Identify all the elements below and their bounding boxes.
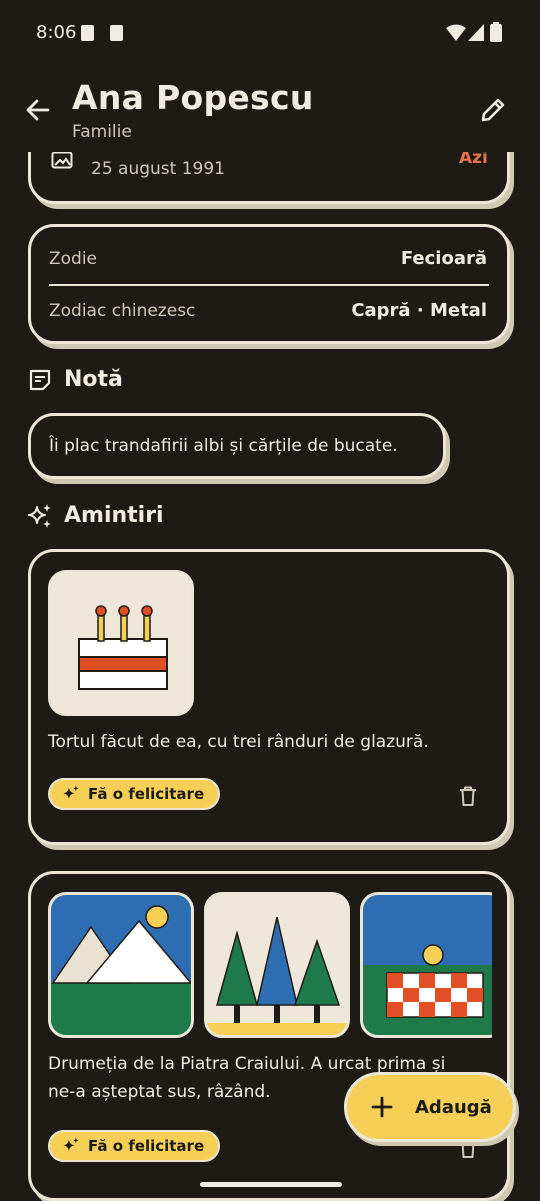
battery-icon (490, 22, 502, 42)
memory-text: Tortul făcut de ea, cu trei rânduri de g… (48, 732, 429, 752)
note-text: Îi plac trandafirii albi și cărțile de b… (49, 436, 398, 456)
note-card: Îi plac trandafirii albi și cărțile de b… (28, 413, 446, 479)
chinese-zodiac-label: Zodiac chinezesc (49, 301, 196, 321)
home-indicator[interactable] (200, 1182, 342, 1187)
memories-section-title: Amintiri (64, 503, 164, 528)
chinese-zodiac-value: Capră · Metal (351, 300, 487, 321)
edit-pencil-icon[interactable] (478, 95, 508, 125)
signal-icon (468, 24, 484, 41)
wifi-icon (446, 24, 466, 41)
status-time: 8:06 (36, 22, 77, 43)
page-title: Ana Popescu (72, 78, 314, 117)
memory-card[interactable]: Drumeția de la Piatra Craiului. A urcat … (28, 871, 510, 1201)
add-button[interactable]: Adaugă (344, 1072, 516, 1142)
mountain-thumbnail[interactable] (48, 892, 194, 1038)
keyboard-notification-icon (81, 25, 94, 41)
birthday-date: 25 august 1991 (91, 159, 225, 179)
cake-thumbnail[interactable] (48, 570, 194, 716)
make-card-label: Fă o felicitare (88, 785, 205, 803)
memory-card[interactable]: Tortul făcut de ea, cu trei rânduri de g… (28, 549, 510, 845)
zodiac-label: Zodie (49, 249, 98, 269)
zodiac-card: Zodie Fecioară Zodiac chinezesc Capră · … (28, 224, 510, 344)
sparkles-icon (63, 1137, 79, 1151)
note-section-title: Notă (64, 367, 123, 392)
picnic-illustration (363, 944, 492, 1035)
add-button-label: Adaugă (415, 1096, 492, 1118)
make-card-label: Fă o felicitare (88, 1137, 205, 1155)
memory-text-line-1: Drumeția de la Piatra Craiului. A urcat … (48, 1054, 446, 1074)
sparkles-icon (28, 504, 51, 528)
zodiac-value: Fecioară (400, 248, 487, 269)
make-card-button[interactable]: Fă o felicitare (48, 1130, 221, 1162)
memory-text-line-2: ne-a așteptat sus, râzând. (48, 1082, 271, 1102)
memory-photo-strip (48, 892, 492, 1040)
trees-illustration (207, 916, 347, 1035)
divider (49, 284, 489, 286)
image-icon (51, 151, 73, 169)
mountains-illustration (51, 905, 191, 1035)
picnic-thumbnail[interactable] (360, 892, 492, 1038)
delete-icon[interactable] (459, 786, 477, 806)
status-bar: 8:06 (0, 0, 540, 66)
page-subtitle: Familie (72, 122, 132, 142)
plus-icon (371, 1096, 393, 1118)
forest-thumbnail[interactable] (204, 892, 350, 1038)
make-card-button[interactable]: Fă o felicitare (48, 778, 221, 810)
sd-card-notification-icon (110, 25, 123, 41)
cake-illustration (78, 605, 168, 690)
sparkles-icon (63, 785, 79, 799)
back-arrow-icon[interactable] (24, 96, 52, 124)
note-icon (29, 369, 51, 391)
